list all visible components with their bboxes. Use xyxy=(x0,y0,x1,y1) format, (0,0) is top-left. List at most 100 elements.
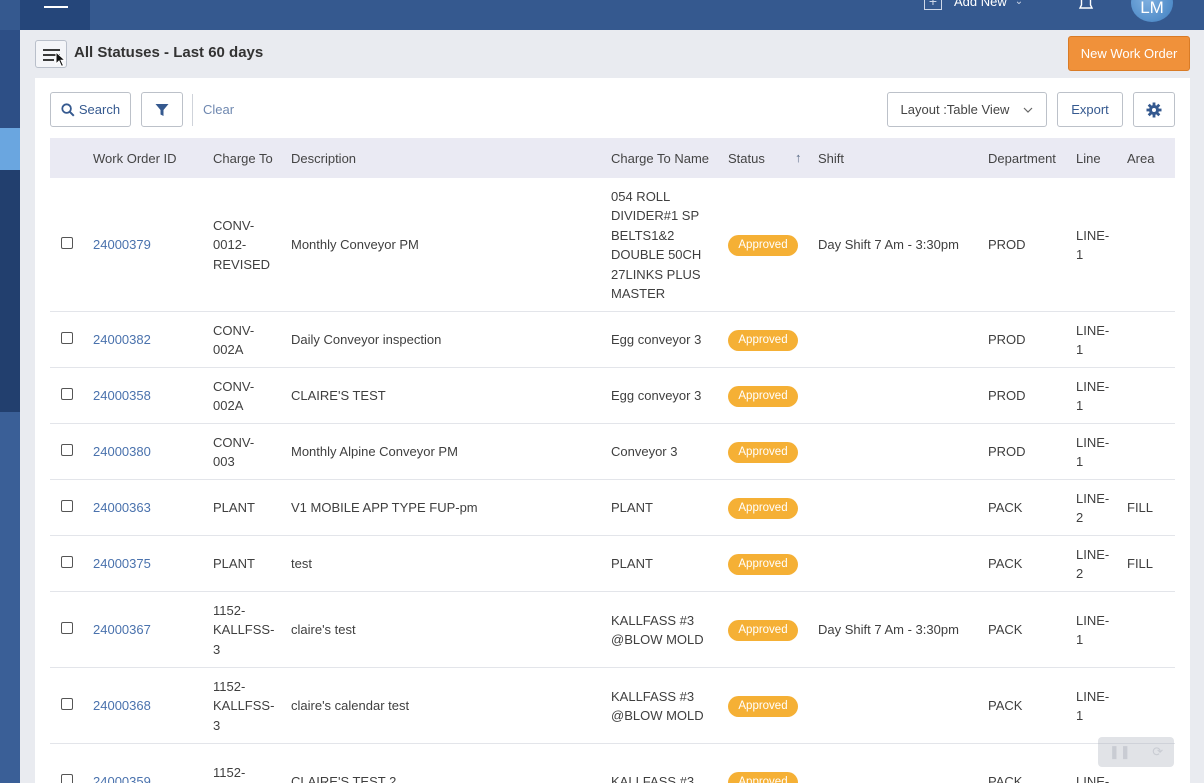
column-header-description[interactable]: Description xyxy=(291,151,356,166)
page-title: All Statuses - Last 60 days xyxy=(74,44,264,61)
column-header-status[interactable]: Status xyxy=(728,151,765,166)
cell-description: Daily Conveyor inspection xyxy=(291,332,442,348)
cell-description: CLAIRE'S TEST 2 xyxy=(291,774,397,783)
work-order-id-link[interactable]: 24000375 xyxy=(93,554,151,574)
column-header-department[interactable]: Department xyxy=(988,151,1056,166)
row-checkbox[interactable] xyxy=(61,388,73,400)
column-header-area[interactable]: Area xyxy=(1127,151,1154,166)
table-row[interactable]: 24000363 PLANT V1 MOBILE APP TYPE FUP-pm PL… xyxy=(50,480,1175,536)
status-badge: Approved xyxy=(728,695,798,717)
pause-icon[interactable]: ❚❚ xyxy=(1109,744,1131,760)
cell-department: PACK xyxy=(988,556,1023,572)
row-checkbox[interactable] xyxy=(61,774,73,783)
column-header-line[interactable]: Line xyxy=(1076,151,1101,166)
sort-up-icon[interactable]: ↑ xyxy=(795,150,802,165)
cell-charge-to-name: PLANT xyxy=(611,556,653,572)
table-row[interactable]: 24000379 CONV- 0012- REVISED Monthly Conve… xyxy=(50,178,1175,312)
table-row[interactable]: 24000375 PLANT test PLANT PACK LINE- 2 FILL App… xyxy=(50,536,1175,592)
work-order-id-link[interactable]: 24000367 xyxy=(93,620,151,640)
clear-link[interactable]: Clear xyxy=(203,102,234,117)
cell-charge-to-name: KALLFASS #3 xyxy=(611,774,695,783)
sidebar-item-active[interactable] xyxy=(0,128,20,170)
status-badge: Approved xyxy=(728,553,798,575)
cell-description: Monthly Conveyor PM xyxy=(291,237,419,253)
cell-line: LINE- 1 xyxy=(1076,612,1110,648)
plus-square-icon: + xyxy=(924,0,942,10)
work-order-id-link[interactable]: 24000358 xyxy=(93,386,151,406)
list-toggle-button[interactable] xyxy=(35,40,67,68)
cell-charge-to: PLANT xyxy=(213,556,255,572)
table-row[interactable]: 24000358 CONV- 002A CLAIRE'S TEST Egg conve… xyxy=(50,368,1175,424)
work-order-id-link[interactable]: 24000379 xyxy=(93,235,151,255)
mouse-cursor-icon xyxy=(55,51,67,68)
chevron-down-icon: ⌄ xyxy=(1014,0,1024,7)
column-header-charge-to-name[interactable]: Charge To Name xyxy=(611,151,709,166)
gear-icon xyxy=(1146,102,1162,117)
cell-charge-to-name: Egg conveyor 3 xyxy=(611,332,702,348)
settings-button[interactable] xyxy=(1133,92,1175,127)
add-new-menu[interactable]: + Add New ⌄ xyxy=(924,0,1023,10)
row-checkbox[interactable] xyxy=(61,698,73,710)
replay-icon[interactable]: ⟳ xyxy=(1152,744,1163,760)
work-order-id-link[interactable]: 24000382 xyxy=(93,330,151,350)
row-checkbox[interactable] xyxy=(61,444,73,456)
row-checkbox[interactable] xyxy=(61,556,73,568)
sidebar-item[interactable] xyxy=(0,412,20,783)
cell-department: PACK xyxy=(988,774,1023,783)
sidebar-item[interactable] xyxy=(0,170,20,412)
cell-area: FILL xyxy=(1127,556,1154,572)
media-controls[interactable]: ❚❚ ⟳ xyxy=(1098,737,1174,767)
row-checkbox[interactable] xyxy=(61,237,73,249)
table-row[interactable]: 24000380 CONV- 003 Monthly Alpine Conveyor… xyxy=(50,424,1175,480)
status-badge: Approved xyxy=(728,771,798,783)
table-row[interactable]: 24000382 CONV- 002A Daily Conveyor inspect… xyxy=(50,312,1175,368)
column-header-charge-to[interactable]: Charge To xyxy=(213,151,273,166)
cell-shift: Day Shift 7 Am - 3:30pm xyxy=(818,237,959,253)
cell-line: LINE- 1 xyxy=(1076,227,1110,263)
row-checkbox[interactable] xyxy=(61,500,73,512)
cell-line: LINE- xyxy=(1076,774,1110,783)
cell-department: PACK xyxy=(988,622,1023,638)
user-avatar[interactable]: LM xyxy=(1131,0,1173,22)
cell-line: LINE- 1 xyxy=(1076,378,1110,414)
work-order-id-link[interactable]: 24000359 xyxy=(93,772,151,783)
table-row[interactable]: 24000367 1152- KALLFSS- 3 claire's test KAL… xyxy=(50,592,1175,668)
search-button[interactable]: Search xyxy=(50,92,131,127)
toolbar-divider xyxy=(192,94,193,126)
list-icon-line xyxy=(43,59,54,61)
cell-charge-to: CONV- 003 xyxy=(213,434,255,470)
cell-line: LINE- 2 xyxy=(1076,546,1110,582)
menu-icon xyxy=(44,6,68,8)
table-row[interactable]: 24000368 1152- KALLFSS- 3 claire's calenda… xyxy=(50,668,1175,744)
new-work-order-button[interactable]: New Work Order xyxy=(1068,36,1190,71)
cell-shift: Day Shift 7 Am - 3:30pm xyxy=(818,622,959,638)
status-badge: Approved xyxy=(728,497,798,519)
row-checkbox[interactable] xyxy=(61,622,73,634)
cell-department: PACK xyxy=(988,500,1023,516)
cell-line: LINE- 1 xyxy=(1076,434,1110,470)
row-checkbox[interactable] xyxy=(61,332,73,344)
status-badge: Approved xyxy=(728,329,798,351)
cell-charge-to: CONV- 002A xyxy=(213,322,255,358)
status-badge: Approved xyxy=(728,619,798,641)
cell-charge-to-name: KALLFASS #3 @BLOW MOLD xyxy=(611,612,704,648)
work-order-id-link[interactable]: 24000368 xyxy=(93,696,151,716)
layout-dropdown[interactable]: Layout :Table View xyxy=(887,92,1047,127)
left-sidebar xyxy=(0,30,20,783)
hamburger-menu-button[interactable] xyxy=(20,0,90,30)
filter-button[interactable] xyxy=(141,92,183,127)
column-header-work-order-id[interactable]: Work Order ID xyxy=(93,151,177,166)
work-order-id-link[interactable]: 24000380 xyxy=(93,442,151,462)
cell-charge-to-name: KALLFASS #3 @BLOW MOLD xyxy=(611,688,704,724)
status-badge: Approved xyxy=(728,234,798,256)
work-order-id-link[interactable]: 24000363 xyxy=(93,498,151,518)
cell-charge-to-name: Conveyor 3 xyxy=(611,444,678,460)
export-button[interactable]: Export xyxy=(1057,92,1123,127)
sidebar-item[interactable] xyxy=(0,30,20,128)
bell-icon[interactable] xyxy=(1076,0,1096,12)
table-row[interactable]: 24000359 1152- KALLFSS- CLAIRE'S TEST 2 KAL… xyxy=(50,744,1175,783)
cell-description: claire's test xyxy=(291,622,356,638)
cell-charge-to: CONV- 0012- REVISED xyxy=(213,217,271,272)
column-header-shift[interactable]: Shift xyxy=(818,151,844,166)
cell-description: Monthly Alpine Conveyor PM xyxy=(291,444,458,460)
